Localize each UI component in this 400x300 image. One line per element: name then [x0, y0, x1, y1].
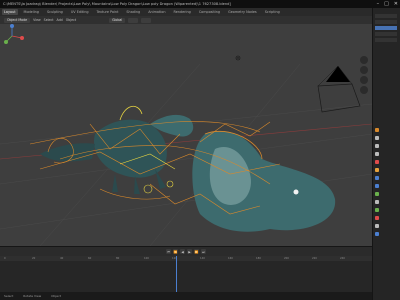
timeline[interactable]: 0 20 40 60 80 100 120 140 160 180 200 22…	[0, 256, 372, 292]
outliner-row[interactable]	[375, 32, 397, 36]
next-keyframe-button[interactable]: ⏩	[194, 249, 199, 254]
frame-tick: 80	[116, 257, 120, 260]
view-menu[interactable]: View	[33, 18, 41, 22]
camera-icon[interactable]	[317, 65, 361, 113]
camera-view-icon[interactable]	[360, 76, 368, 84]
timeline-header: ⏮ ⏪ ◀ ▶ ⏩ ⏭	[0, 246, 372, 256]
frame-tick: 60	[88, 257, 92, 260]
constraints-icon[interactable]	[375, 200, 379, 204]
transform-orientation-dropdown[interactable]: Global	[109, 17, 126, 23]
material-icon[interactable]	[375, 216, 379, 220]
frame-tick: 240	[340, 257, 345, 260]
output-icon[interactable]	[375, 144, 379, 148]
select-menu[interactable]: Select	[44, 18, 54, 22]
frame-tick: 160	[228, 257, 233, 260]
play-button[interactable]: ▶	[187, 249, 192, 254]
status-object-hint: Object	[51, 294, 61, 298]
prev-keyframe-button[interactable]: ⏪	[173, 249, 178, 254]
frame-tick: 0	[4, 257, 6, 260]
title-bar: C:\MENTS\Ja Joadrag\ Blender\ Projects\L…	[0, 0, 400, 8]
frame-tick: 100	[144, 257, 149, 260]
window-controls: – □ ✕	[377, 0, 398, 8]
tab-modeling[interactable]: Modeling	[22, 9, 41, 15]
3d-viewport[interactable]	[0, 24, 372, 246]
navigation-gizmo[interactable]	[0, 24, 24, 48]
outliner-row[interactable]	[375, 20, 397, 24]
status-rotate-hint: Rotate View	[23, 294, 42, 298]
tab-sculpting[interactable]: Sculpting	[45, 9, 65, 15]
snap-toggle[interactable]	[128, 17, 139, 23]
frame-tick: 20	[32, 257, 36, 260]
viewport-header: Object Mode View Select Add Object Globa…	[0, 16, 372, 24]
timeline-ruler[interactable]: 0 20 40 60 80 100 120 140 160 180 200 22…	[0, 256, 372, 261]
tab-scripting[interactable]: Scripting	[263, 9, 282, 15]
outliner-row-selected[interactable]	[375, 26, 397, 30]
frame-tick: 140	[200, 257, 205, 260]
tab-layout[interactable]: Layout	[2, 9, 18, 15]
frame-tick: 200	[284, 257, 289, 260]
frame-tick: 180	[256, 257, 261, 260]
status-select-hint: Select	[4, 294, 14, 298]
tab-shading[interactable]: Shading	[124, 9, 142, 15]
tab-geometry-nodes[interactable]: Geometry Nodes	[226, 9, 259, 15]
viewport-scene	[0, 55, 372, 246]
pan-icon[interactable]	[360, 66, 368, 74]
status-bar: Select Rotate View Object	[0, 292, 372, 300]
tab-uv-editing[interactable]: UV Editing	[69, 9, 91, 15]
object-menu[interactable]: Object	[66, 18, 76, 22]
tab-animation[interactable]: Animation	[146, 9, 167, 15]
add-menu[interactable]: Add	[57, 18, 63, 22]
frame-tick: 40	[60, 257, 64, 260]
zoom-icon[interactable]	[360, 56, 368, 64]
maximize-button[interactable]: □	[384, 0, 389, 8]
world-icon[interactable]	[375, 232, 379, 236]
tab-texture-paint[interactable]: Texture Paint	[95, 9, 121, 15]
viewport-nav-buttons	[360, 56, 368, 94]
modifier-icon[interactable]	[375, 176, 379, 180]
texture-icon[interactable]	[375, 224, 379, 228]
object-icon[interactable]	[375, 168, 379, 172]
tab-rendering[interactable]: Rendering	[171, 9, 192, 15]
minimize-button[interactable]: –	[377, 0, 380, 8]
mode-dropdown[interactable]: Object Mode	[4, 17, 31, 23]
tool-icon[interactable]	[375, 128, 379, 132]
data-icon[interactable]	[375, 208, 379, 212]
render-icon[interactable]	[375, 136, 379, 140]
perspective-toggle-icon[interactable]	[360, 86, 368, 94]
window-title: C:\MENTS\Ja Joadrag\ Blender\ Projects\L…	[3, 2, 231, 6]
scene-icon[interactable]	[375, 160, 379, 164]
view-layer-icon[interactable]	[375, 152, 379, 156]
play-reverse-button[interactable]: ◀	[180, 249, 185, 254]
proportional-edit-toggle[interactable]	[141, 17, 152, 23]
light-icon[interactable]	[235, 55, 241, 61]
jump-start-button[interactable]: ⏮	[166, 249, 171, 254]
outliner-row[interactable]	[375, 14, 397, 18]
workspace-tabs: Layout Modeling Sculpting UV Editing Tex…	[0, 8, 400, 16]
outliner-row[interactable]	[375, 38, 397, 42]
jump-end-button[interactable]: ⏭	[201, 249, 206, 254]
tab-compositing[interactable]: Compositing	[197, 9, 222, 15]
physics-icon[interactable]	[375, 192, 379, 196]
close-button[interactable]: ✕	[394, 0, 398, 8]
rock-mesh[interactable]	[192, 130, 336, 232]
properties-panel	[372, 8, 400, 300]
frame-tick: 220	[312, 257, 317, 260]
playhead[interactable]	[176, 256, 177, 292]
particles-icon[interactable]	[375, 184, 379, 188]
